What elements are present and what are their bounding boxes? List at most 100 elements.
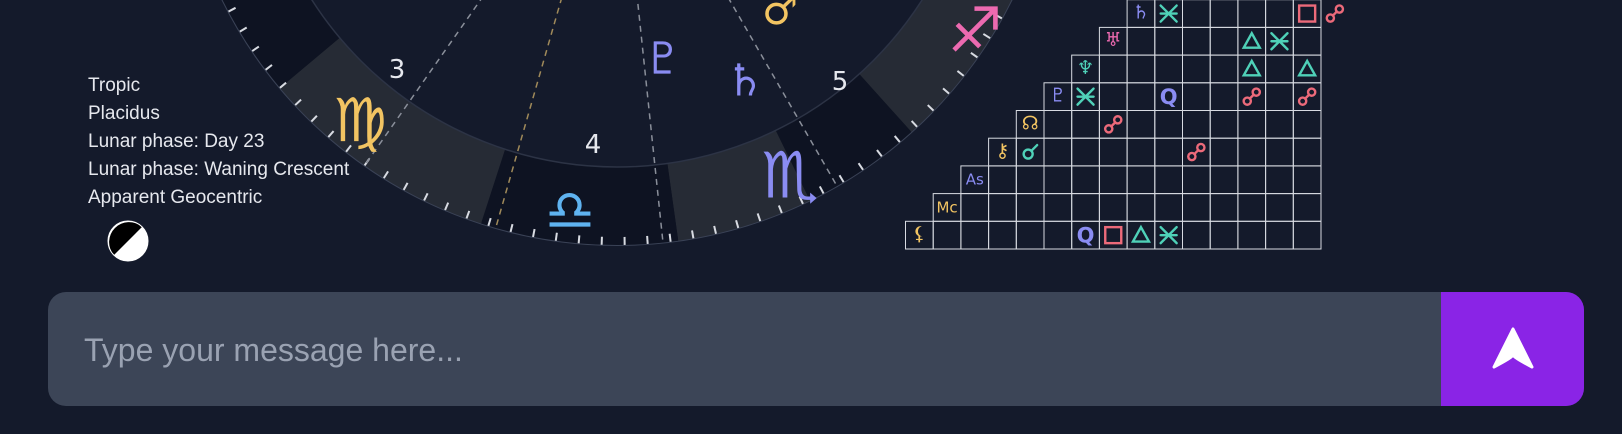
sextile-aspect-icon [1159,4,1178,23]
aspect-grid-row-glyph: ♅ [1105,29,1122,51]
sagittarius-sign-icon: ♐ [947,0,1003,67]
aspect-grid-cell [1154,110,1184,139]
aspect-grid-cell [1265,193,1294,222]
aspect-grid-cell [1292,220,1322,250]
saturn-planet-icon: ♄ [725,55,764,106]
aspect-grid-row-glyph: ♄ [1132,2,1149,24]
aspect-grid-cell [988,193,1017,222]
aspect-grid-cell [1098,137,1128,167]
opposition-aspect-icon [1187,142,1206,162]
aspect-grid-cell [1126,165,1156,195]
aspect-grid-cell [1098,54,1128,84]
aspect-grid-row-glyph: ♇ [1049,85,1066,107]
aspect-grid-cell [1015,193,1045,222]
house-system: Placidus [88,103,160,124]
svg-text:Q: Q [1077,224,1095,248]
aspect-grid-cell [1126,137,1156,167]
aspect-grid-cell [1292,137,1322,167]
aspect-grid-cell [1071,165,1100,195]
quintile-aspect-icon: Q [1077,224,1095,248]
aspect-grid-cell [1209,193,1239,222]
aspect-grid-row-glyph: ♆ [1077,57,1094,79]
aspect-grid-cell [1237,110,1267,139]
house-number: 4 [585,130,602,160]
aspect-grid-cell [1154,193,1184,222]
aspect-grid-row-glyph: Mc [936,198,957,216]
aspect-grid-cell [1265,82,1294,112]
aspect-grid-cell [1209,0,1239,28]
perspective: Apparent Geocentric [88,187,263,208]
chart-info: Tropic Placidus Lunar phase: Day 23 Luna… [88,72,349,212]
aspect-grid-cell [1265,54,1294,84]
aspect-grid-cell [1209,110,1239,139]
aspect-grid-cell [1015,220,1045,250]
aspect-grid-cell [1209,165,1239,195]
aspect-grid-cell [1182,110,1211,139]
aspect-grid-cell [1292,193,1322,222]
aspect-grid-cell [1237,165,1267,195]
aspect-grid-cell [932,220,962,250]
aspect-grid-cell [1237,137,1267,167]
trine-aspect-icon [1241,30,1262,49]
aspect-grid-cell [1098,165,1128,195]
aspect-grid-cell [1071,193,1100,222]
aspect-grid-cell [1209,137,1239,167]
aspect-grid-cell [1265,220,1294,250]
aspect-grid-cell [1292,0,1322,28]
mars-planet-icon: ♂ [762,0,798,34]
trine-aspect-icon [1297,58,1318,77]
conjunction-aspect-icon [1022,143,1039,160]
aspect-grid-cell [1126,193,1156,222]
aspect-grid-cell [1237,220,1267,250]
aspect-grid-cell [960,193,990,222]
aspect-grid-cell [1071,137,1100,167]
aspect-grid-cell [1098,82,1128,112]
aspect-grid-cell [1182,54,1211,84]
aspect-grid-cell [1209,82,1239,112]
aspect-grid-row-glyph: ⚸ [912,223,926,245]
aspect-grid-cell [1126,82,1156,112]
aspect-grid-cell [1209,54,1239,84]
aspect-grid-cell [1182,0,1211,28]
sextile-aspect-icon [1270,32,1289,51]
aspect-grid-cell [1043,110,1073,139]
aspect-grid-cell [1154,165,1184,195]
aspect-grid-cell [988,220,1017,250]
aspect-grid-cell [1126,110,1156,139]
aspect-grid-cell [988,165,1017,195]
aspect-grid-cell [1015,165,1045,195]
aspect-grid-cell [1292,165,1322,195]
trine-aspect-icon [1241,58,1262,77]
send-button[interactable] [1441,292,1584,406]
aspect-grid-cell [1071,110,1100,139]
scorpio-sign-icon: ♏ [761,139,818,213]
aspect-grid-cell [1237,193,1267,222]
sextile-aspect-icon [1159,225,1178,245]
sextile-aspect-icon [1076,87,1095,106]
aspect-grid-row-glyph: ☊ [1022,112,1039,134]
aspect-grid-cell [1182,82,1211,112]
aspect-grid-cell [1209,220,1239,250]
aspect-grid-cell [1265,0,1294,28]
trine-aspect-icon [1130,224,1151,243]
aspect-grid-cell [1098,220,1128,250]
aspect-grid-cell [1292,110,1322,139]
aspect-grid-cell [1265,165,1294,195]
lunar-phase-day: Lunar phase: Day 23 [88,131,265,152]
aspect-grid-cell [1154,26,1184,56]
aspect-grid-cell [1209,26,1239,56]
libra-sign-icon: ♎ [545,179,595,244]
opposition-aspect-icon [1242,87,1262,106]
opposition-aspect-icon [1325,4,1345,23]
aspect-grid-cell [1043,137,1073,167]
lunar-phase-name: Lunar phase: Waning Crescent [88,159,350,180]
aspect-grid-cell [1126,26,1156,56]
svg-text:Q: Q [1160,85,1178,109]
aspect-grid-cell [1182,26,1211,56]
square-aspect-icon [1297,4,1317,23]
square-aspect-icon [1104,225,1123,245]
aspect-grid-cell [1292,26,1322,56]
message-input[interactable] [82,292,1426,406]
aspect-grid-cell [1043,220,1073,250]
degree-tick [646,235,649,244]
